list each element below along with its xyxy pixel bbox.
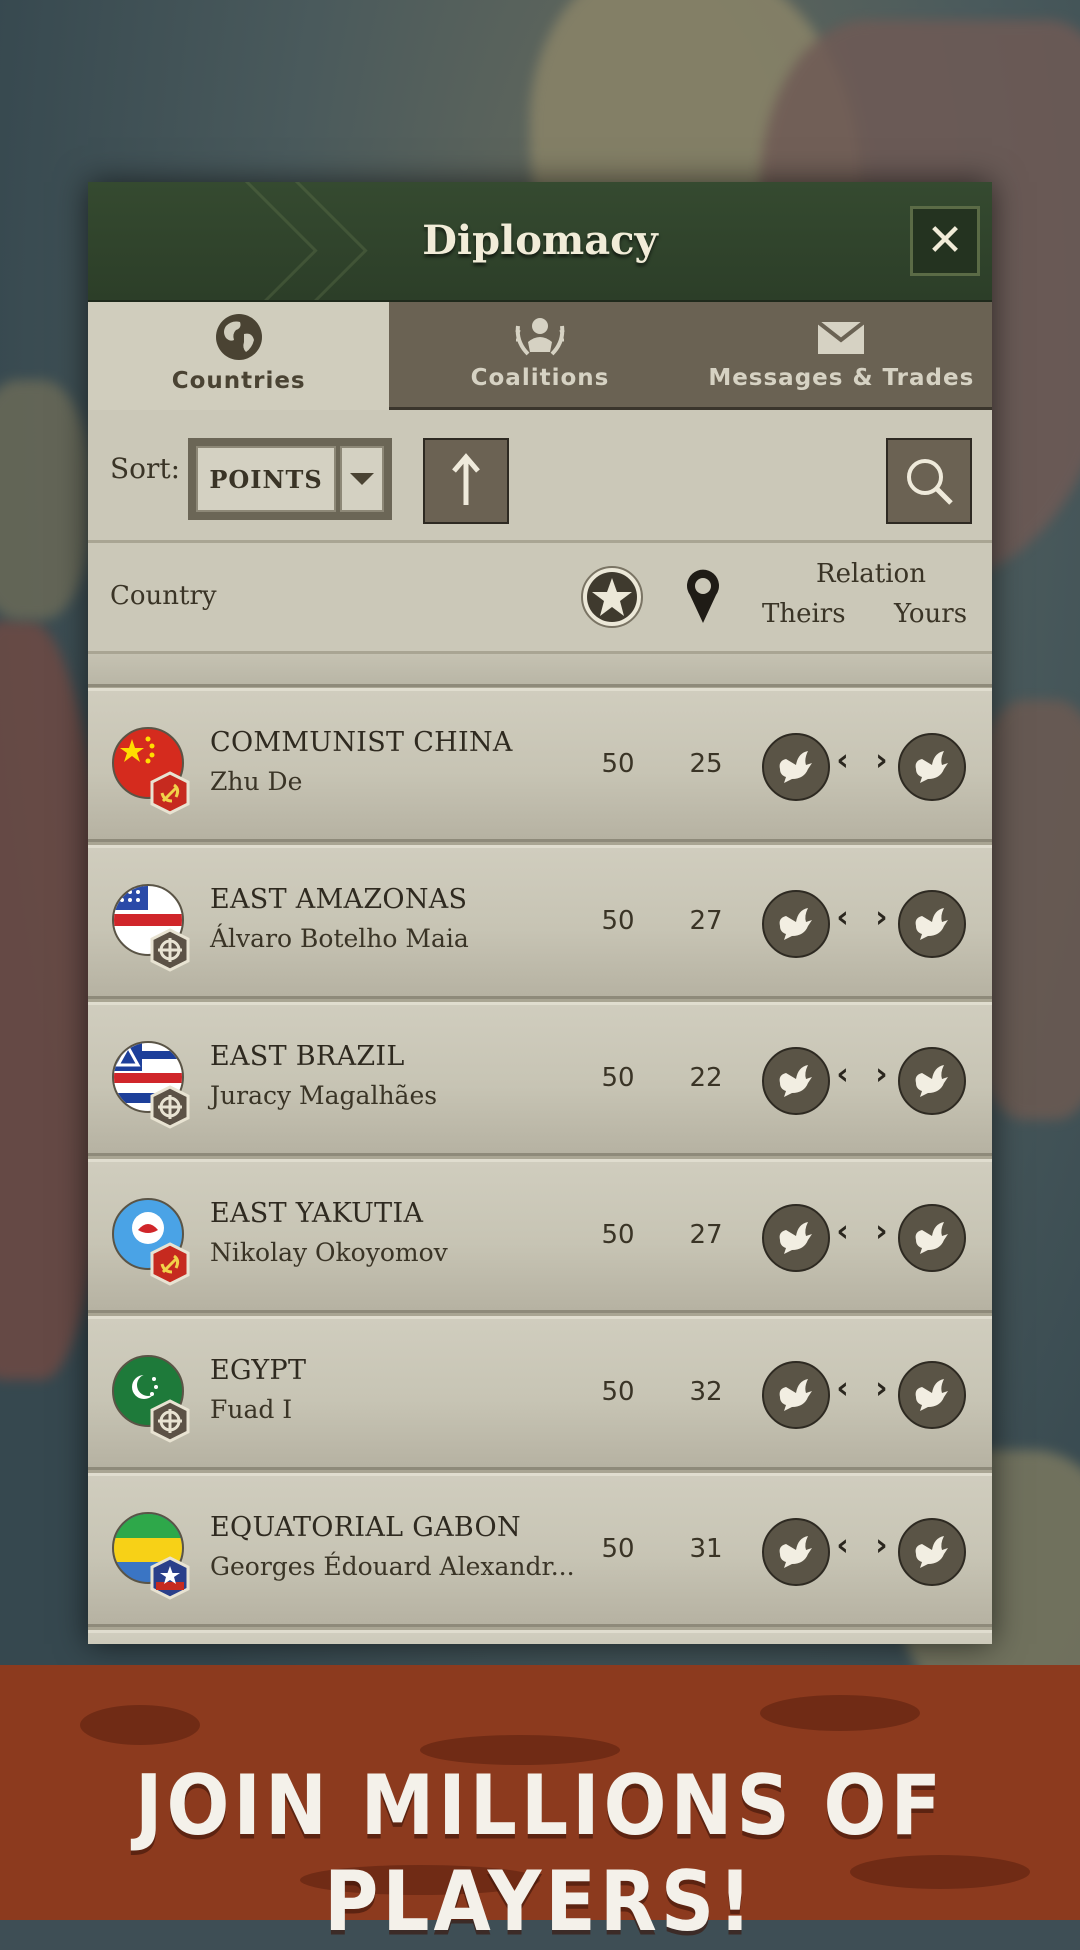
leader-name: Georges Édouard Alexandr... (210, 1552, 575, 1581)
list-item[interactable]: EGYPT Fuad I 50 32 ‹ › (88, 1316, 992, 1470)
relation-arrows: ‹ › (836, 743, 896, 778)
provinces-value: 31 (689, 1534, 723, 1564)
fascist-badge-icon (150, 1085, 190, 1129)
country-name: COMMUNIST CHINA (210, 727, 513, 758)
diplomacy-dialog: Diplomacy ✕ Countries Coalitions Message… (88, 182, 992, 1644)
points-value: 50 (601, 1220, 635, 1250)
dove-icon[interactable] (762, 1361, 830, 1429)
dove-icon[interactable] (898, 1361, 966, 1429)
allied-badge-icon (150, 1556, 190, 1600)
country-list[interactable]: COMMUNIST CHINA Zhu De 50 25 ‹ › EAST AM… (88, 654, 992, 1644)
leader-name: Juracy Magalhães (210, 1081, 438, 1110)
sort-order-button[interactable] (423, 438, 509, 524)
coalition-emblem-icon (515, 318, 565, 356)
tab-messages-trades-label: Messages & Trades (708, 365, 975, 391)
search-button[interactable] (886, 438, 972, 524)
dialog-header: Diplomacy ✕ (88, 182, 992, 303)
list-item[interactable]: EAST BRAZIL Juracy Magalhães 50 22 ‹ › (88, 1002, 992, 1156)
sort-bar: Sort: POINTS (88, 410, 992, 543)
map-pin-icon[interactable] (684, 567, 722, 625)
points-value: 50 (601, 1377, 635, 1407)
search-icon (907, 459, 953, 505)
provinces-value: 27 (689, 1220, 723, 1250)
tab-coalitions-label: Coalitions (470, 365, 610, 391)
globe-icon (215, 314, 262, 360)
dove-icon[interactable] (762, 733, 830, 801)
column-header: Country Relation Theirs Yours (88, 543, 992, 654)
relation-arrows: ‹ › (836, 1057, 896, 1092)
sort-dropdown[interactable]: POINTS (188, 438, 392, 520)
arrow-up-icon (452, 453, 480, 505)
chevron-down-icon (340, 446, 384, 512)
diplomacy-tabs: Countries Coalitions Messages & Trades (88, 302, 992, 410)
list-item[interactable]: EAST YAKUTIA Nikolay Okoyomov 50 27 ‹ › (88, 1159, 992, 1313)
column-yours: Yours (894, 599, 968, 629)
list-item-partial (88, 1630, 992, 1644)
fascist-badge-icon (150, 928, 190, 972)
provinces-value: 22 (689, 1063, 723, 1093)
country-name: EAST YAKUTIA (210, 1198, 424, 1229)
dove-icon[interactable] (898, 890, 966, 958)
communist-badge-icon (150, 771, 190, 815)
points-value: 50 (601, 906, 635, 936)
country-name: EGYPT (210, 1355, 307, 1386)
provinces-value: 27 (689, 906, 723, 936)
list-item[interactable]: EQUATORIAL GABON Georges Édouard Alexand… (88, 1473, 992, 1627)
dove-icon[interactable] (898, 1518, 966, 1586)
points-value: 50 (601, 749, 635, 779)
country-name: EAST BRAZIL (210, 1041, 405, 1072)
dove-icon[interactable] (898, 1204, 966, 1272)
column-country[interactable]: Country (110, 581, 217, 611)
dove-icon[interactable] (898, 733, 966, 801)
relation-arrows: ‹ › (836, 900, 896, 935)
dove-icon[interactable] (762, 1204, 830, 1272)
column-theirs: Theirs (762, 599, 846, 629)
list-item[interactable]: EAST AMAZONAS Álvaro Botelho Maia 50 27 … (88, 845, 992, 999)
close-button[interactable]: ✕ (910, 206, 980, 276)
leader-name: Zhu De (210, 767, 303, 796)
fascist-badge-icon (150, 1399, 190, 1443)
relation-arrows: ‹ › (836, 1528, 896, 1563)
points-value: 50 (601, 1063, 635, 1093)
dove-icon[interactable] (762, 1518, 830, 1586)
promo-banner-text: JOIN MILLIONS OF PLAYERS! (134, 1757, 946, 1950)
star-icon[interactable] (580, 565, 644, 629)
provinces-value: 32 (689, 1377, 723, 1407)
tab-countries-label: Countries (171, 368, 306, 394)
tab-countries[interactable]: Countries (88, 302, 390, 410)
list-item-partial (88, 654, 992, 687)
tab-coalitions[interactable]: Coalitions (389, 302, 691, 410)
country-name: EQUATORIAL GABON (210, 1512, 521, 1543)
provinces-value: 25 (689, 749, 723, 779)
leader-name: Nikolay Okoyomov (210, 1238, 448, 1267)
relation-arrows: ‹ › (836, 1371, 896, 1406)
relation-arrows: ‹ › (836, 1214, 896, 1249)
communist-badge-icon (150, 1242, 190, 1286)
envelope-icon (817, 320, 866, 354)
leader-name: Fuad I (210, 1395, 293, 1424)
close-icon: ✕ (926, 215, 964, 266)
list-item[interactable]: COMMUNIST CHINA Zhu De 50 25 ‹ › (88, 688, 992, 842)
leader-name: Álvaro Botelho Maia (210, 924, 469, 953)
points-value: 50 (601, 1534, 635, 1564)
sort-value: POINTS (196, 446, 336, 512)
column-relation: Relation (816, 559, 926, 589)
sort-label: Sort: (110, 452, 181, 485)
tab-messages-trades[interactable]: Messages & Trades (690, 302, 992, 410)
dove-icon[interactable] (762, 1047, 830, 1115)
dialog-title: Diplomacy (422, 217, 658, 264)
dove-icon[interactable] (762, 890, 830, 958)
country-name: EAST AMAZONAS (210, 884, 468, 915)
dove-icon[interactable] (898, 1047, 966, 1115)
